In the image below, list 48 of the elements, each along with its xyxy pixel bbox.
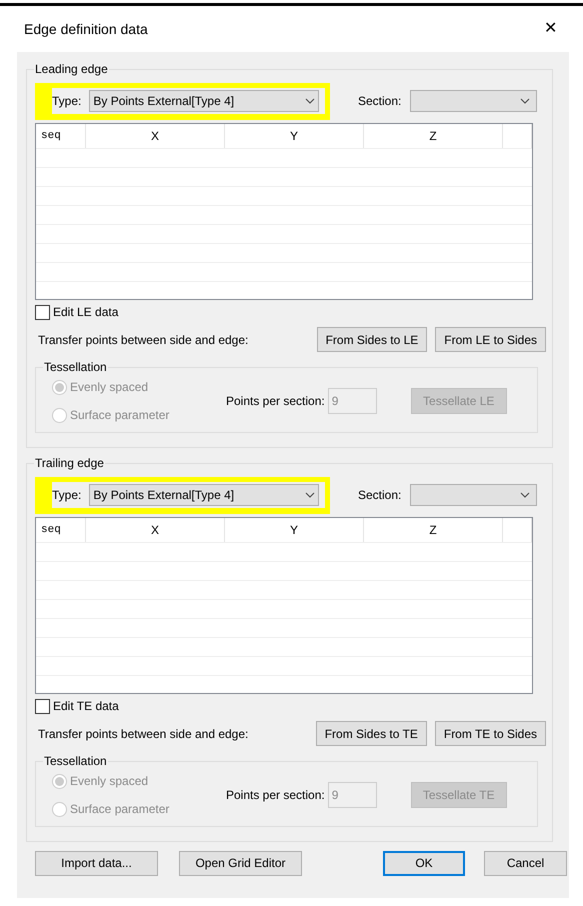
chevron-down-icon: [520, 98, 530, 104]
column-header[interactable]: seq: [36, 124, 86, 148]
type-dropdown[interactable]: By Points External[Type 4]: [89, 484, 320, 506]
checkbox-label: Edit TE data: [53, 698, 119, 715]
section-dropdown[interactable]: [410, 90, 538, 112]
type-label: Type:: [52, 93, 82, 110]
group-title: Tessellation: [43, 359, 108, 376]
section-label: Section:: [358, 487, 402, 504]
dialog-button[interactable]: Cancel: [484, 850, 567, 876]
column-header[interactable]: Z: [364, 518, 503, 542]
group-title: Trailing edge: [34, 455, 105, 472]
chevron-down-icon: [520, 492, 530, 498]
section-dropdown[interactable]: [410, 484, 538, 506]
transfer-button[interactable]: From LE to Sides: [435, 327, 546, 352]
column-header[interactable]: X: [86, 518, 225, 542]
data-grid[interactable]: seq X Y Z: [35, 123, 533, 300]
radio-label: Surface parameter: [70, 407, 170, 424]
dialog-button[interactable]: Open Grid Editor: [179, 850, 302, 876]
points-label: Points per section:: [226, 787, 325, 804]
chevron-down-icon: [305, 492, 316, 498]
data-grid[interactable]: seq X Y Z: [35, 517, 533, 694]
chevron-down-icon: [305, 98, 316, 104]
column-header[interactable]: Y: [225, 124, 364, 148]
group-title: Leading edge: [34, 61, 109, 78]
dialog-button[interactable]: OK: [383, 850, 465, 876]
section-label: Section:: [358, 93, 402, 110]
close-button[interactable]: ✕: [544, 21, 557, 37]
transfer-label: Transfer points between side and edge:: [38, 332, 250, 348]
dialog-button[interactable]: Import data...: [35, 850, 158, 876]
checkbox[interactable]: [35, 304, 50, 320]
column-header[interactable]: seq: [36, 518, 86, 542]
type-dropdown[interactable]: By Points External[Type 4]: [89, 90, 320, 112]
type-label: Type:: [52, 487, 82, 504]
transfer-button[interactable]: From TE to Sides: [434, 721, 546, 746]
window-title: Edge definition data: [24, 20, 148, 39]
radio-label: Evenly spaced: [70, 773, 148, 790]
points-label: Points per section:: [226, 393, 325, 410]
checkbox[interactable]: [35, 698, 50, 714]
column-header[interactable]: Y: [225, 518, 364, 542]
checkbox-label: Edit LE data: [53, 304, 118, 321]
group-title: Tessellation: [43, 753, 108, 770]
radio-label: Evenly spaced: [70, 379, 148, 396]
column-header[interactable]: Z: [364, 124, 503, 148]
radio-label: Surface parameter: [70, 801, 170, 818]
column-header[interactable]: X: [86, 124, 225, 148]
transfer-label: Transfer points between side and edge:: [38, 726, 250, 742]
transfer-button[interactable]: From Sides to TE: [316, 721, 427, 746]
transfer-button[interactable]: From Sides to LE: [316, 327, 428, 352]
